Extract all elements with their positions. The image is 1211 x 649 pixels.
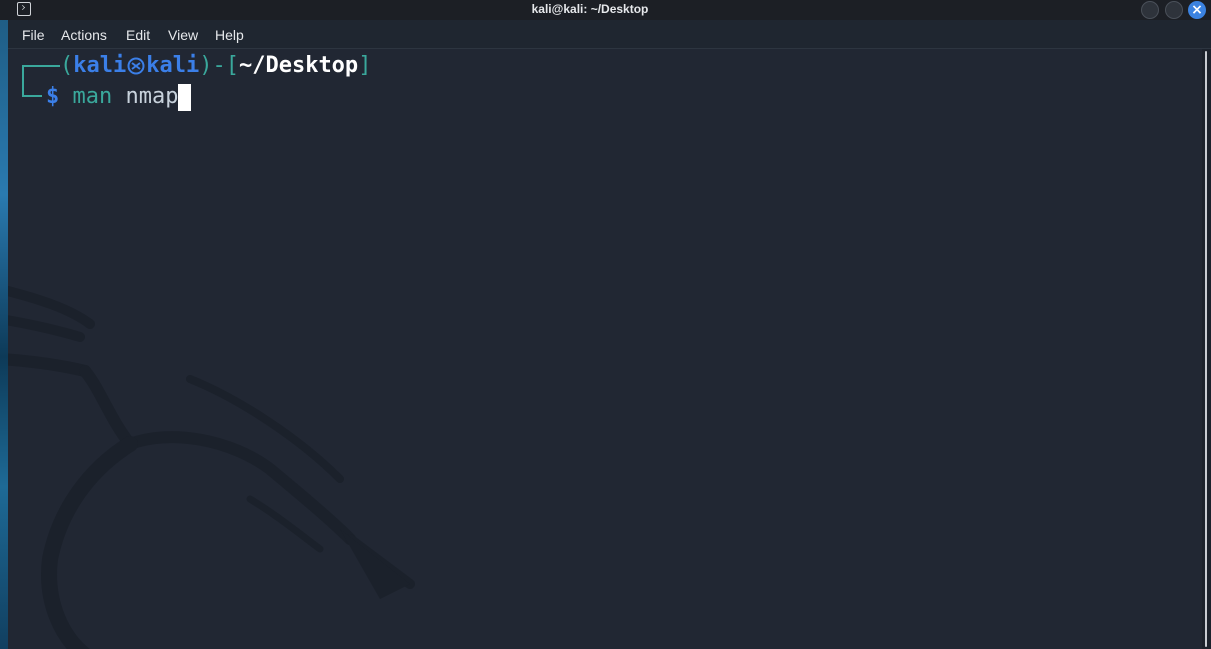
command-argument: nmap — [125, 84, 179, 109]
command-line[interactable]: $ man nmap — [22, 82, 192, 112]
minimize-button[interactable] — [1141, 1, 1159, 19]
prompt-host: kali — [146, 53, 200, 78]
prompt-close-paren-dash: )-[ — [199, 53, 239, 78]
title-bar[interactable]: kali@kali: ~/Desktop × — [0, 0, 1211, 20]
prompt-user: kali — [73, 53, 127, 78]
menu-bar: File Actions Edit View Help — [8, 22, 1211, 49]
menu-actions[interactable]: Actions — [61, 27, 107, 43]
terminal-window: kali@kali: ~/Desktop × File Actions Edit… — [0, 0, 1211, 649]
scrollbar-thumb[interactable] — [1205, 51, 1207, 647]
scrollbar[interactable] — [1202, 49, 1211, 649]
desktop-background-edge — [0, 0, 8, 649]
window-title: kali@kali: ~/Desktop — [531, 2, 649, 16]
close-button[interactable]: × — [1188, 1, 1206, 19]
prompt-box-top — [22, 51, 60, 95]
menu-help[interactable]: Help — [215, 27, 244, 43]
menu-file[interactable]: File — [22, 27, 45, 43]
command-program: man — [72, 84, 113, 109]
text-cursor — [178, 84, 192, 111]
kali-skull-icon — [126, 51, 146, 81]
maximize-button[interactable] — [1165, 1, 1183, 19]
prompt-line: (kali kali)-[~/Desktop] — [22, 51, 372, 95]
prompt-close-bracket: ] — [358, 53, 372, 78]
prompt-dollar: $ — [46, 84, 60, 109]
menu-view[interactable]: View — [168, 27, 198, 43]
kali-dragon-watermark — [8, 285, 415, 649]
prompt-cwd: ~/Desktop — [238, 53, 359, 78]
prompt-open-paren: ( — [60, 53, 74, 78]
close-icon: × — [1191, 2, 1203, 18]
prompt-box-bottom — [22, 82, 46, 112]
menu-edit[interactable]: Edit — [126, 27, 150, 43]
terminal-output-area[interactable]: (kali kali)-[~/Desktop] $ man nmap — [8, 49, 1202, 649]
